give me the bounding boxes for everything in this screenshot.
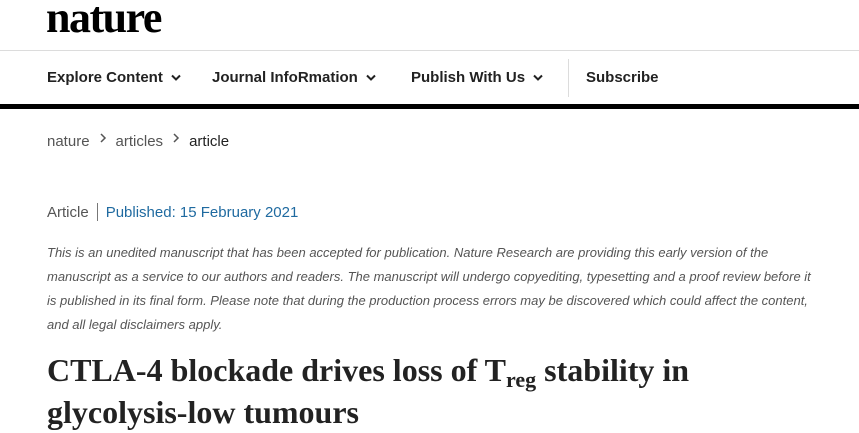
subscribe-label: Subscribe (586, 69, 659, 86)
subscribe-link[interactable]: Subscribe (586, 51, 659, 104)
nav-publish-with-us[interactable]: Publish With Us (411, 51, 543, 104)
nav-journal-information[interactable]: Journal InfoRmation (212, 51, 376, 104)
nav-divider (568, 59, 569, 97)
chevron-right-icon (100, 133, 106, 143)
breadcrumb-item-articles[interactable]: articles (116, 133, 164, 150)
main-navigation: Explore Content Journal InfoRmation Publ… (0, 51, 859, 104)
chevron-right-icon (173, 133, 180, 143)
nav-publish-with-us-label: Publish With Us (411, 69, 526, 86)
chevron-down-icon (366, 74, 376, 81)
article-title: CTLA-4 blockade drives loss of Treg stab… (47, 349, 847, 433)
unedited-manuscript-notice: This is an unedited manuscript that has … (47, 245, 811, 332)
nav-journal-information-label: Journal InfoRmation (212, 69, 358, 86)
chevron-down-icon (171, 74, 181, 81)
published-date: Published: 15 February 2021 (105, 203, 299, 221)
logo-bar: nature (0, 0, 859, 51)
breadcrumb-item-article: article (189, 132, 230, 150)
breadcrumb: nature articles article (47, 131, 229, 151)
article-title-part-1: CTLA-4 blockade drives loss of T (47, 352, 507, 388)
header-rule (0, 104, 859, 109)
nature-logo[interactable]: nature (46, 0, 162, 44)
nav-explore-content-label: Explore Content (47, 69, 163, 86)
article-title-subscript: reg (506, 367, 537, 392)
nav-explore-content[interactable]: Explore Content (47, 51, 181, 104)
article-type: Article (47, 203, 89, 221)
article-meta: Article Published: 15 February 2021 (47, 203, 298, 221)
chevron-down-icon (533, 74, 543, 81)
article-title-line-2: glycolysis-low tumours (47, 394, 359, 430)
breadcrumb-item-nature[interactable]: nature (47, 133, 90, 150)
meta-divider (96, 203, 98, 221)
article-title-part-2: stability in (536, 352, 690, 388)
